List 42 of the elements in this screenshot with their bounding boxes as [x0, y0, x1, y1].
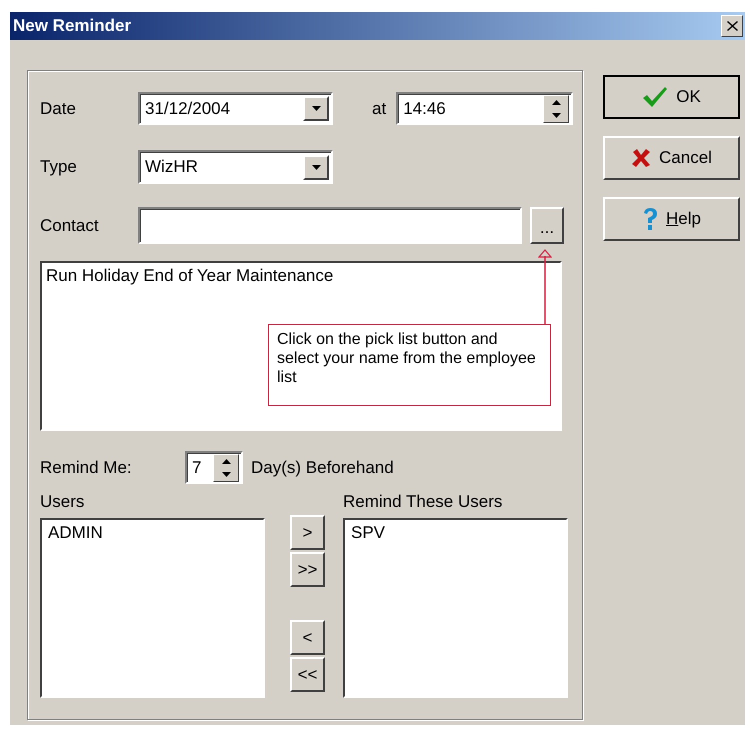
- close-icon: [726, 21, 738, 31]
- dropdown-button[interactable]: [303, 154, 329, 180]
- list-item[interactable]: SPV: [351, 523, 560, 543]
- transfer-button[interactable]: >>: [290, 552, 325, 587]
- down-icon: [552, 112, 561, 118]
- remind-users-label: Remind These Users: [343, 492, 504, 512]
- transfer-button[interactable]: <<: [290, 657, 325, 692]
- days-label: Day(s) Beforehand: [251, 458, 394, 478]
- pick-list-button[interactable]: ...: [530, 207, 564, 244]
- checkmark-icon: [642, 86, 668, 108]
- callout-note: Click on the pick list button and select your name from the employee list: [268, 324, 551, 406]
- days-field[interactable]: 7: [185, 451, 243, 484]
- users-label: Users: [40, 492, 86, 512]
- remind-users-list[interactable]: SPV: [343, 518, 568, 698]
- date-label: Date: [40, 98, 77, 118]
- cancel-button[interactable]: Cancel: [603, 136, 740, 180]
- caret-icon: [312, 164, 320, 170]
- question-mark-icon: [642, 207, 658, 231]
- contact-label: Contact: [40, 216, 100, 236]
- down-icon: [222, 472, 230, 476]
- remind-me-label: Remind Me:: [40, 458, 133, 478]
- list-item[interactable]: ADMIN: [48, 523, 257, 543]
- up-icon: [552, 100, 561, 104]
- spin-buttons[interactable]: [543, 94, 570, 122]
- close-button[interactable]: [721, 15, 743, 37]
- cross-icon: [631, 148, 652, 168]
- at-label: at: [372, 98, 386, 118]
- ok-button[interactable]: OK: [603, 75, 740, 119]
- transfer-button[interactable]: <: [290, 620, 325, 655]
- caret-icon: [312, 106, 320, 111]
- transfer-button[interactable]: >: [290, 515, 325, 550]
- type-label: Type: [40, 157, 78, 177]
- help-button[interactable]: Help: [603, 197, 740, 241]
- time-field[interactable]: 14:46: [396, 92, 574, 125]
- contact-field[interactable]: [138, 207, 522, 244]
- users-list[interactable]: ADMIN: [40, 518, 265, 698]
- up-icon: [222, 458, 230, 464]
- dropdown-button[interactable]: [303, 96, 329, 121]
- spin-buttons[interactable]: [213, 454, 239, 482]
- type-combo[interactable]: WizHR: [138, 150, 333, 184]
- window-title: New Reminder: [13, 16, 132, 36]
- date-combo[interactable]: 31/12/2004: [138, 92, 333, 125]
